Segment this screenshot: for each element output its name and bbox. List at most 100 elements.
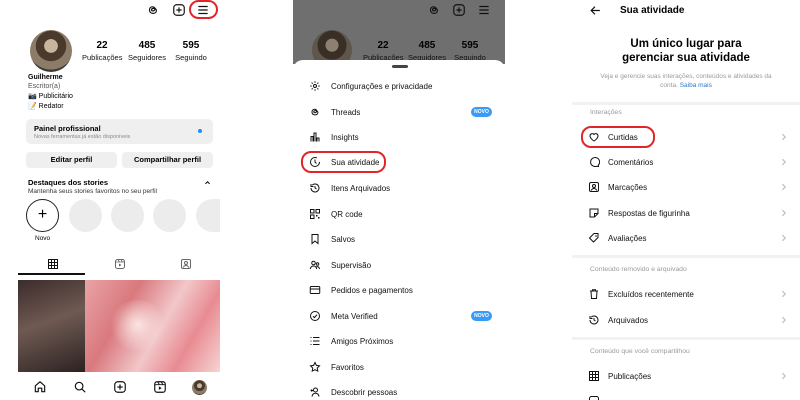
search-icon[interactable] [73,380,87,394]
activity-item-label: Arquivados [608,315,649,325]
highlight-placeholder [153,199,186,232]
activity-item-label: Marcações [608,182,648,192]
menu-item-saved[interactable]: Salvos [309,232,355,246]
sticker-icon [589,208,599,218]
profile-bio-line-1: Escritor(a) [28,83,61,90]
menu-item-label: Amigos Próximos [331,336,394,346]
activity-subtitle: Veja e gerencie suas interações, conteúd… [596,73,776,90]
menu-item-insights[interactable]: Insights [309,130,359,144]
highlights-subtitle: Mantenha seus stories favoritos no seu p… [28,188,157,195]
menu-item-supervision[interactable]: Supervisão [309,258,371,272]
page-title: Sua atividade [620,5,685,16]
active-tab-indicator [18,273,85,275]
edit-profile-button[interactable]: Editar perfil [26,152,117,168]
highlights-title: Destaques dos stories [28,178,109,187]
menu-item-label: Meta Verified [331,311,378,321]
activity-item-sticker-responses[interactable]: Respostas de figurinha [588,206,788,220]
activity-heading-line-1: Um único lugar para [630,38,742,50]
menu-item-favorites[interactable]: Favoritos [309,360,364,374]
profile-nav-avatar[interactable] [192,380,207,395]
stat-posts-label: Publicações [82,53,123,62]
learn-more-link[interactable]: Saiba mais [680,82,712,89]
professional-dashboard[interactable]: Painel profissional Novas ferramentas já… [26,119,213,144]
insights-icon [310,132,320,142]
chevron-right-icon [781,316,787,324]
new-badge: NOVO [471,107,492,117]
chevron-right-icon [781,158,787,166]
back-arrow-icon[interactable] [589,4,602,17]
divider [572,102,800,105]
divider [572,255,800,258]
section-label-interactions: Interações [590,109,622,116]
activity-item-archived[interactable]: Arquivados [588,313,788,327]
professional-dashboard-title: Painel profissional [34,124,101,133]
menu-item-archive[interactable]: Itens Arquivados [309,181,390,195]
profile-bio-line-3: 📝 Redator [28,103,64,110]
menu-item-label: Salvos [331,234,356,244]
new-highlight-button[interactable]: + [26,199,59,232]
home-icon[interactable] [33,380,47,394]
menu-item-threads[interactable]: Threads [309,105,360,119]
menu-item-label: Supervisão [331,260,372,270]
stat-followers[interactable]: 485 Seguidores [127,40,167,62]
activity-item-partially-visible[interactable] [588,394,788,400]
menu-item-label: Configurações e privacidade [331,81,433,91]
activity-item-comments[interactable]: Comentários [588,155,788,169]
tag-person-icon [589,182,599,192]
activity-item-posts[interactable]: Publicações [588,369,788,383]
archive-icon [310,183,320,193]
reels-tab-icon[interactable] [114,258,126,270]
menu-item-discover-people[interactable]: Descobrir pessoas [309,385,397,399]
add-post-icon[interactable] [172,3,186,17]
stat-posts-value: 22 [96,40,108,51]
share-profile-button[interactable]: Compartilhar perfil [122,152,213,168]
menu-screen: 22 Publicações 485 Seguidores 595 Seguin… [293,0,505,400]
stat-followers: 485 Seguidores [407,40,447,62]
drag-handle[interactable] [392,65,408,68]
menu-item-label: Insights [331,132,359,142]
stat-followers-value: 485 [138,40,156,51]
menu-item-close-friends[interactable]: Amigos Próximos [309,334,393,348]
reels-icon[interactable] [153,380,167,394]
activity-item-reviews[interactable]: Avaliações [588,231,788,245]
profile-username: Guilherme [28,74,63,81]
stat-following-label: Seguindo [175,53,207,62]
menu-item-label: Pedidos e pagamentos [331,285,413,295]
grid-tab-icon[interactable] [47,258,59,270]
add-person-icon [310,387,320,397]
archive-icon [589,315,599,325]
menu-item-orders-payments[interactable]: Pedidos e pagamentos [309,283,413,297]
grid-icon [589,371,599,381]
reels-icon [589,396,599,400]
menu-item-qr-code[interactable]: QR code [309,207,363,221]
activity-item-tags[interactable]: Marcações [588,180,788,194]
stat-posts[interactable]: 22 Publicações [82,40,122,62]
stat-following[interactable]: 595 Seguindo [171,40,211,62]
create-icon[interactable] [113,380,127,394]
highlight-ring-your-activity [301,151,386,173]
chevron-right-icon [781,290,787,298]
supervision-icon [309,260,320,270]
threads-icon[interactable] [146,3,160,17]
chevron-up-icon[interactable] [204,179,211,186]
activity-item-label: Avaliações [608,233,647,243]
posts-grid-blurred[interactable] [18,280,220,372]
highlight-placeholder [111,199,144,232]
menu-item-label: Descobrir pessoas [331,387,398,397]
activity-screen: Sua atividade Um único lugar para gerenc… [572,0,800,400]
dimmed-profile-backdrop[interactable]: 22 Publicações 485 Seguidores 595 Seguin… [293,0,505,70]
new-highlight-label: Novo [35,235,51,242]
menu-item-meta-verified[interactable]: Meta Verified [309,309,378,323]
menu-item-settings[interactable]: Configurações e privacidade [309,79,432,93]
chevron-right-icon [781,209,787,217]
hamburger-menu-icon[interactable] [196,3,210,17]
star-icon [309,361,321,373]
bookmark-icon [311,234,319,245]
section-label-removed-archived: Conteúdo removido e arquivado [590,266,687,273]
section-label-shared-content: Conteúdo que você compartilhou [590,348,690,355]
activity-item-recently-deleted[interactable]: Excluídos recentemente [588,287,788,301]
stat-following-value: 595 [182,40,200,51]
profile-avatar[interactable] [30,30,72,72]
tagged-tab-icon[interactable] [180,258,192,270]
activity-item-label: Excluídos recentemente [608,289,694,299]
